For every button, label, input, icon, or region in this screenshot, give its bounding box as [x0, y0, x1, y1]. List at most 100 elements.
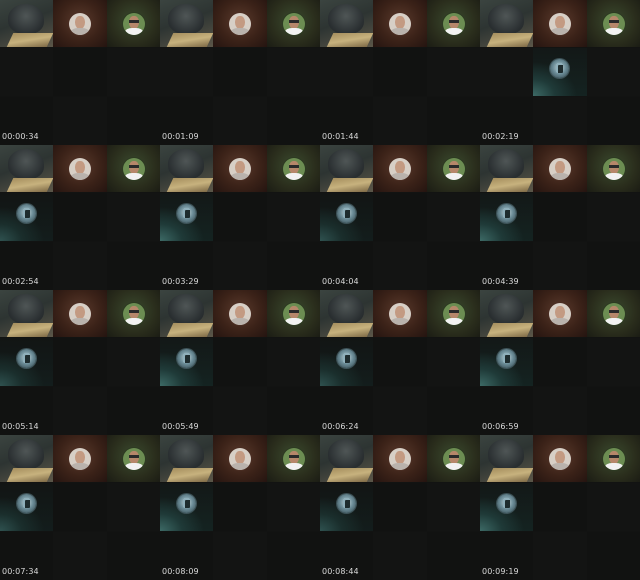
frame-timestamp: 00:09:19 [482, 567, 519, 576]
camera-globe-thumbnail [160, 483, 213, 531]
panther-thumbnail [160, 0, 213, 47]
participant-b-thumbnail [587, 145, 640, 192]
video-frame[interactable]: 00:06:59 [480, 290, 640, 435]
video-frame[interactable]: 00:05:49 [160, 290, 320, 435]
empty-tile [267, 338, 320, 386]
avatar [602, 12, 625, 35]
avatar [229, 157, 251, 180]
empty-tile [213, 97, 267, 145]
avatar [602, 447, 625, 470]
participant-b-thumbnail [267, 0, 320, 47]
empty-tile [587, 483, 640, 531]
participant-a-thumbnail [53, 435, 107, 482]
empty-tile [373, 532, 427, 580]
video-frame[interactable]: 00:01:44 [320, 0, 480, 145]
avatar [69, 447, 91, 470]
avatar [229, 12, 251, 35]
participant-b-thumbnail [267, 290, 320, 337]
avatar [282, 302, 305, 325]
empty-tile [533, 387, 587, 435]
panther-thumbnail [160, 290, 213, 337]
empty-tile [427, 48, 480, 96]
video-frame[interactable]: 00:04:39 [480, 145, 640, 290]
camera-orb-icon [337, 494, 356, 513]
participant-b-thumbnail [107, 290, 160, 337]
video-frame[interactable]: 00:04:04 [320, 145, 480, 290]
video-frame[interactable]: 00:06:24 [320, 290, 480, 435]
avatar [549, 302, 571, 325]
empty-tile [587, 48, 640, 96]
empty-tile [480, 48, 533, 96]
frame-timestamp: 00:01:44 [322, 132, 359, 141]
video-frame[interactable]: 00:00:34 [0, 0, 160, 145]
video-frame[interactable]: 00:08:09 [160, 435, 320, 580]
frame-timestamp: 00:06:24 [322, 422, 359, 431]
camera-globe-thumbnail [160, 338, 213, 386]
empty-tile [107, 387, 160, 435]
camera-globe-thumbnail [533, 48, 587, 96]
empty-tile [53, 532, 107, 580]
avatar [602, 157, 625, 180]
frame-timestamp: 00:03:29 [162, 277, 199, 286]
frame-timestamp: 00:04:04 [322, 277, 359, 286]
empty-tile [267, 97, 320, 145]
avatar [69, 12, 91, 35]
empty-tile [373, 387, 427, 435]
avatar [389, 447, 411, 470]
camera-orb-icon [17, 204, 36, 223]
empty-tile [427, 387, 480, 435]
empty-tile [0, 48, 53, 96]
camera-globe-thumbnail [0, 483, 53, 531]
participant-b-thumbnail [587, 290, 640, 337]
participant-a-thumbnail [53, 0, 107, 47]
avatar [122, 12, 145, 35]
camera-globe-thumbnail [480, 193, 533, 241]
empty-tile [213, 532, 267, 580]
empty-tile [107, 242, 160, 290]
empty-tile [267, 532, 320, 580]
video-frame[interactable]: 00:08:44 [320, 435, 480, 580]
camera-orb-icon [497, 494, 516, 513]
panther-thumbnail [480, 290, 533, 337]
participant-a-thumbnail [373, 0, 427, 47]
video-frame[interactable]: 00:02:19 [480, 0, 640, 145]
participant-a-thumbnail [373, 145, 427, 192]
video-frame[interactable]: 00:05:14 [0, 290, 160, 435]
frame-timestamp: 00:07:34 [2, 567, 39, 576]
camera-orb-icon [337, 349, 356, 368]
video-frame[interactable]: 00:09:19 [480, 435, 640, 580]
frame-timestamp: 00:02:19 [482, 132, 519, 141]
empty-tile [107, 532, 160, 580]
avatar [389, 157, 411, 180]
empty-tile [107, 483, 160, 531]
participant-b-thumbnail [107, 435, 160, 482]
empty-tile [53, 483, 107, 531]
empty-tile [53, 193, 107, 241]
avatar [389, 302, 411, 325]
empty-tile [213, 48, 267, 96]
participant-b-thumbnail [587, 0, 640, 47]
participant-a-thumbnail [533, 290, 587, 337]
empty-tile [427, 532, 480, 580]
camera-globe-thumbnail [160, 193, 213, 241]
avatar [282, 157, 305, 180]
empty-tile [373, 338, 427, 386]
video-frame[interactable]: 00:01:09 [160, 0, 320, 145]
empty-tile [427, 338, 480, 386]
empty-tile [213, 193, 267, 241]
video-frame[interactable]: 00:07:34 [0, 435, 160, 580]
participant-a-thumbnail [213, 0, 267, 47]
video-frame[interactable]: 00:03:29 [160, 145, 320, 290]
avatar [549, 12, 571, 35]
panther-thumbnail [320, 145, 373, 192]
empty-tile [267, 48, 320, 96]
frame-timestamp: 00:08:44 [322, 567, 359, 576]
camera-globe-thumbnail [320, 193, 373, 241]
video-frame[interactable]: 00:02:54 [0, 145, 160, 290]
camera-orb-icon [337, 204, 356, 223]
avatar [389, 12, 411, 35]
empty-tile [53, 338, 107, 386]
panther-thumbnail [0, 290, 53, 337]
avatar [229, 447, 251, 470]
empty-tile [213, 483, 267, 531]
